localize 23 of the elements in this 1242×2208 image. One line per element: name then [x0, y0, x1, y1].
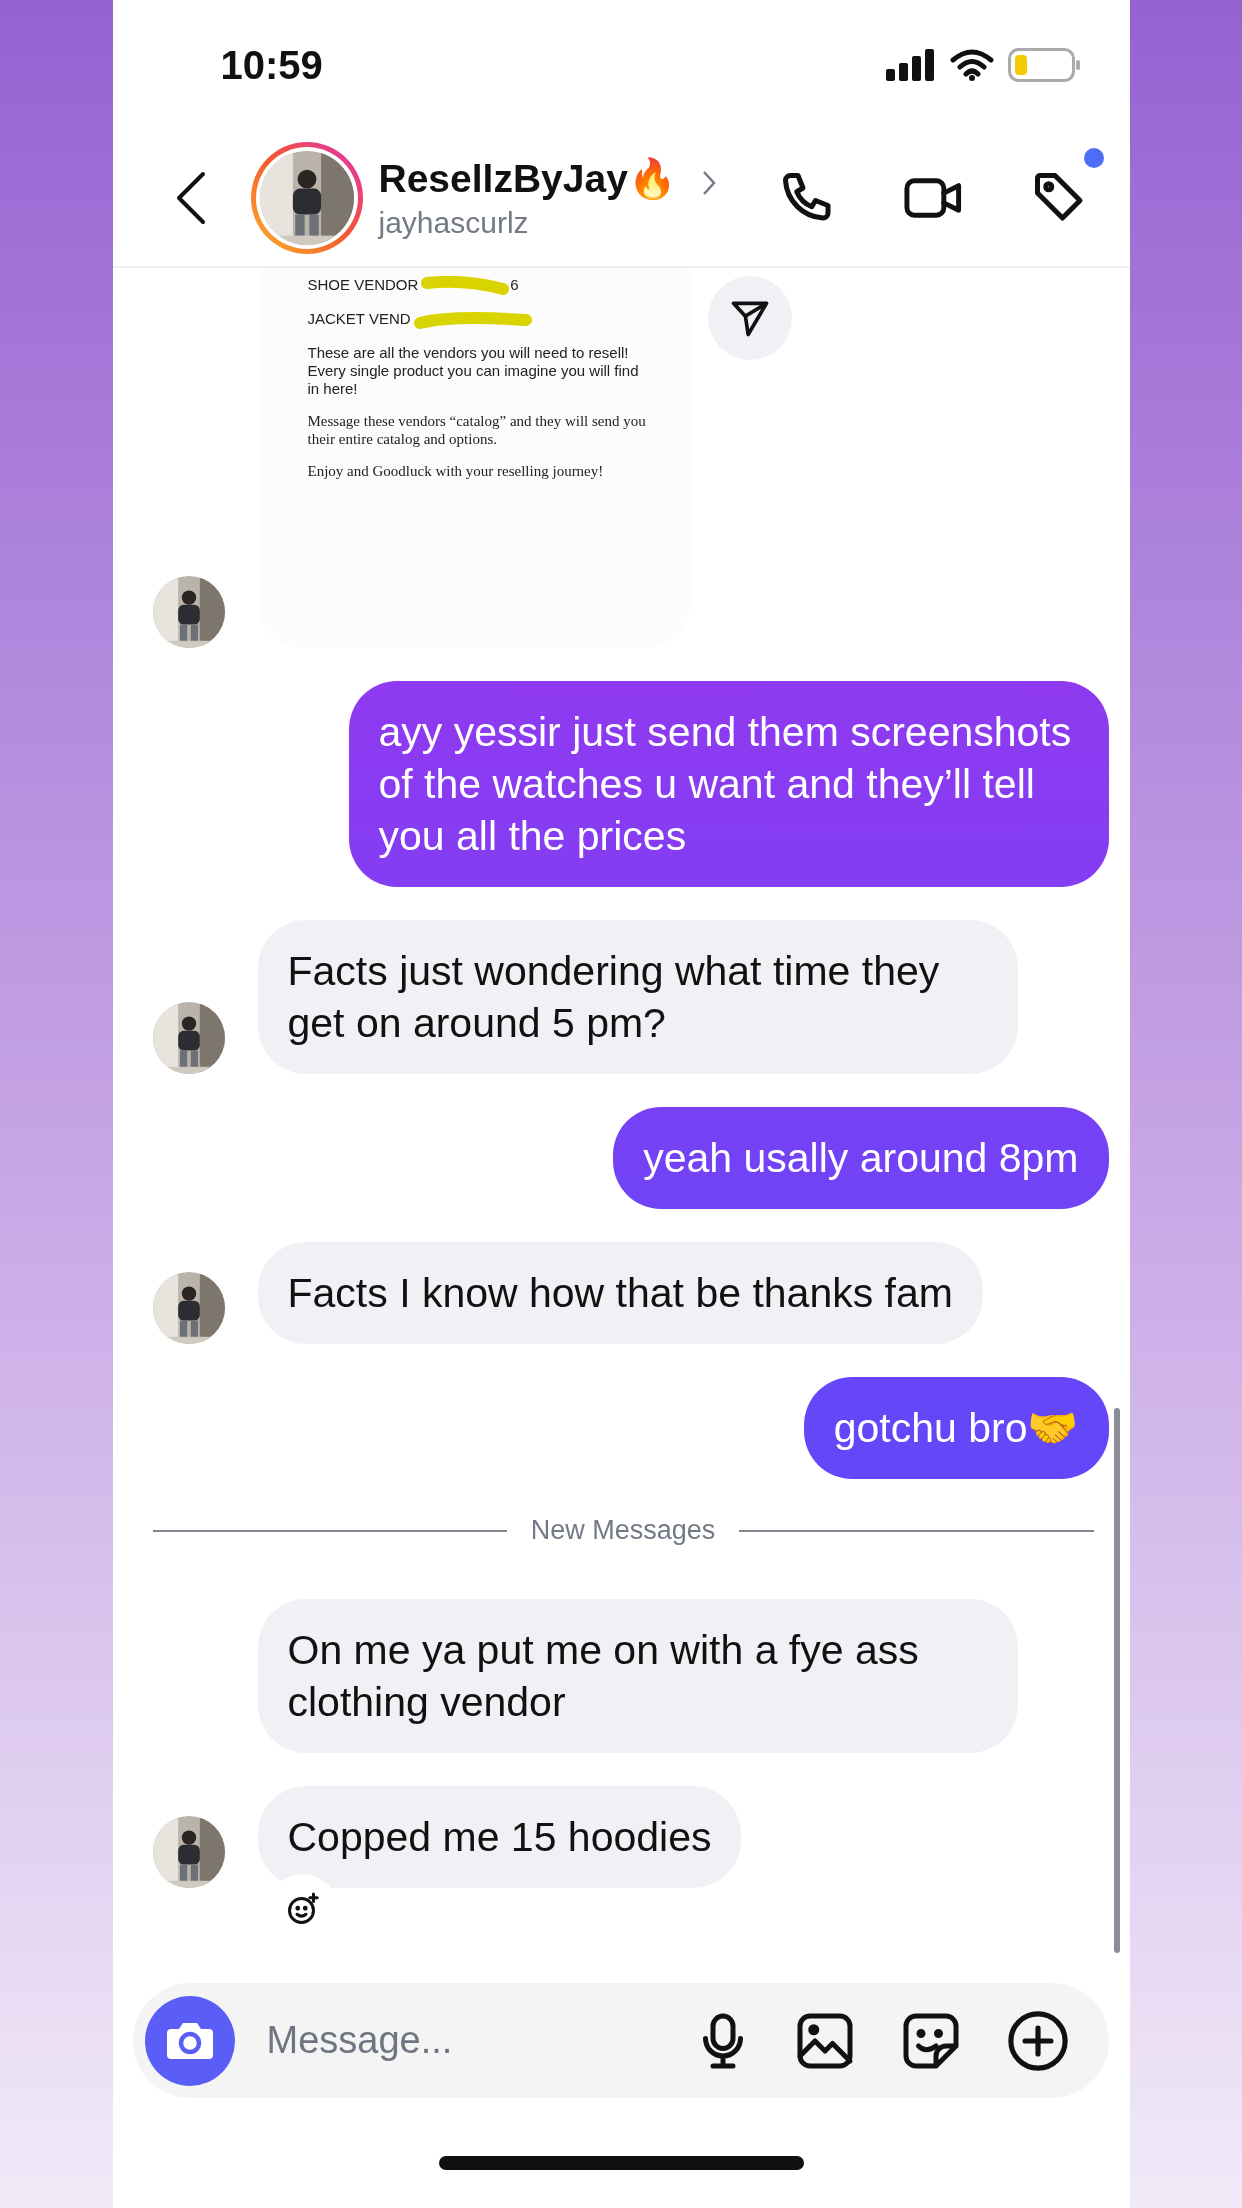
document-text: These are all the vendors you will need to resell! Every single product you can imagine you will find in here!	[307, 344, 639, 398]
received-message: Facts I know how that be thanks fam	[257, 1242, 983, 1344]
battery-icon	[1007, 48, 1080, 82]
chevron-icon[interactable]	[700, 169, 717, 197]
sent-message: gotchu bro🤝	[803, 1377, 1109, 1479]
notification-dot	[1083, 148, 1104, 168]
contact-name[interactable]: ResellzByJay🔥	[378, 156, 677, 202]
signal-icon	[885, 49, 936, 81]
received-message: On me ya put me on with a fye ass clothing vendor	[257, 1599, 1018, 1753]
wifi-icon	[949, 49, 994, 81]
sent-message: ayy yessir just send them screenshots of the watches u want and they’ll tell you all the prices	[348, 681, 1109, 887]
clock: 10:59	[220, 42, 323, 88]
document-text: Enjoy and Goodluck with your reselling journey!	[307, 463, 604, 480]
document-text: Message these vendors “catalog” and they will send you their entire catalog and options.	[307, 413, 646, 448]
document-text: SHOE VENDOR	[307, 276, 419, 293]
plus-icon[interactable]	[1006, 2009, 1069, 2072]
document-text: JACKET VEND	[307, 310, 411, 328]
document-text: 6	[510, 276, 519, 293]
sent-message: yeah usally around 8pm	[613, 1107, 1109, 1209]
message-field[interactable]: Message...	[264, 2018, 697, 2063]
username: jayhascurlz	[378, 206, 530, 240]
new-messages-divider: New Messages	[530, 1515, 716, 1546]
received-message: Facts just wondering what time they get on around 5 pm?	[257, 920, 1018, 1074]
